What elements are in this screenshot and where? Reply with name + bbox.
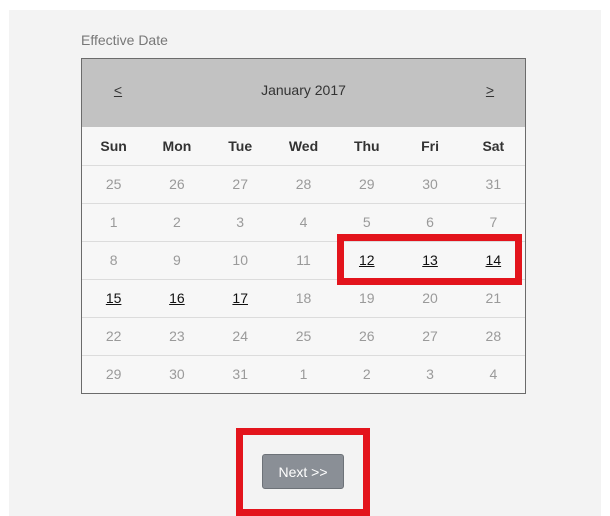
calendar-day: 4 [461, 354, 525, 393]
next-button[interactable]: Next >> [262, 454, 344, 489]
weekday-tue: Tue [208, 127, 272, 165]
calendar-day: 3 [398, 354, 462, 393]
calendar-day-available[interactable]: 15 [82, 278, 146, 317]
calendar-week-row: 22 23 24 25 26 27 28 [82, 316, 525, 355]
calendar-day: 29 [82, 354, 146, 393]
calendar-day: 4 [271, 202, 336, 241]
calendar-day: 8 [82, 240, 146, 279]
calendar-day: 25 [82, 164, 146, 203]
weekday-row: Sun Mon Tue Wed Thu Fri Sat [82, 127, 525, 165]
calendar-day: 2 [335, 354, 399, 393]
calendar-day: 28 [461, 316, 525, 355]
calendar-day: 11 [271, 240, 336, 279]
weekday-wed: Wed [271, 127, 336, 165]
calendar-day-available[interactable]: 17 [208, 278, 272, 317]
date-picker-calendar: < January 2017 > Sun Mon Tue Wed Thu Fri… [81, 58, 526, 394]
calendar-day-available[interactable]: 13 [398, 240, 462, 279]
calendar-day: 27 [398, 316, 462, 355]
calendar-week-row: 29 30 31 1 2 3 4 [82, 354, 525, 393]
calendar-day: 3 [208, 202, 272, 241]
calendar-days: 25 26 27 28 29 30 31 1 2 3 4 5 6 7 8 9 10 11 12 13 14 15 16 17 1… [82, 164, 525, 393]
calendar-day: 23 [145, 316, 209, 355]
calendar-day: 1 [82, 202, 146, 241]
calendar-week-row: 25 26 27 28 29 30 31 [82, 164, 525, 203]
calendar-day: 29 [335, 164, 399, 203]
weekday-sat: Sat [461, 127, 525, 165]
calendar-grid: Sun Mon Tue Wed Thu Fri Sat 25 26 27 28 29 30… [82, 127, 525, 393]
calendar-day: 31 [461, 164, 525, 203]
month-title: January 2017 [261, 82, 346, 98]
calendar-week-row: 1234567 [82, 202, 525, 241]
calendar-day: 31 [208, 354, 272, 393]
weekday-thu: Thu [335, 127, 399, 165]
calendar-day-available[interactable]: 14 [461, 240, 525, 279]
next-month-button[interactable]: > [478, 79, 502, 101]
effective-date-label: Effective Date [81, 32, 168, 48]
calendar-day: 20 [398, 278, 462, 317]
weekday-fri: Fri [398, 127, 462, 165]
calendar-day: 26 [145, 164, 209, 203]
calendar-day: 30 [145, 354, 209, 393]
calendar-header: < January 2017 > [82, 59, 525, 127]
calendar-day: 6 [398, 202, 462, 241]
calendar-day: 19 [335, 278, 399, 317]
calendar-day-available[interactable]: 16 [145, 278, 209, 317]
calendar-day: 27 [208, 164, 272, 203]
weekday-sun: Sun [82, 127, 146, 165]
calendar-day: 28 [271, 164, 336, 203]
calendar-day: 18 [271, 278, 336, 317]
calendar-day-available[interactable]: 12 [335, 240, 399, 279]
calendar-day: 5 [335, 202, 399, 241]
calendar-day: 7 [461, 202, 525, 241]
calendar-day: 21 [461, 278, 525, 317]
calendar-day: 22 [82, 316, 146, 355]
calendar-day: 24 [208, 316, 272, 355]
calendar-week-row: 15 16 17 18 19 20 21 [82, 278, 525, 317]
calendar-day: 10 [208, 240, 272, 279]
calendar-day: 2 [145, 202, 209, 241]
calendar-day: 1 [271, 354, 336, 393]
calendar-day: 25 [271, 316, 336, 355]
weekday-mon: Mon [145, 127, 209, 165]
calendar-day: 9 [145, 240, 209, 279]
calendar-day: 30 [398, 164, 462, 203]
calendar-week-row: 8 9 10 11 12 13 14 [82, 240, 525, 279]
calendar-day: 26 [335, 316, 399, 355]
